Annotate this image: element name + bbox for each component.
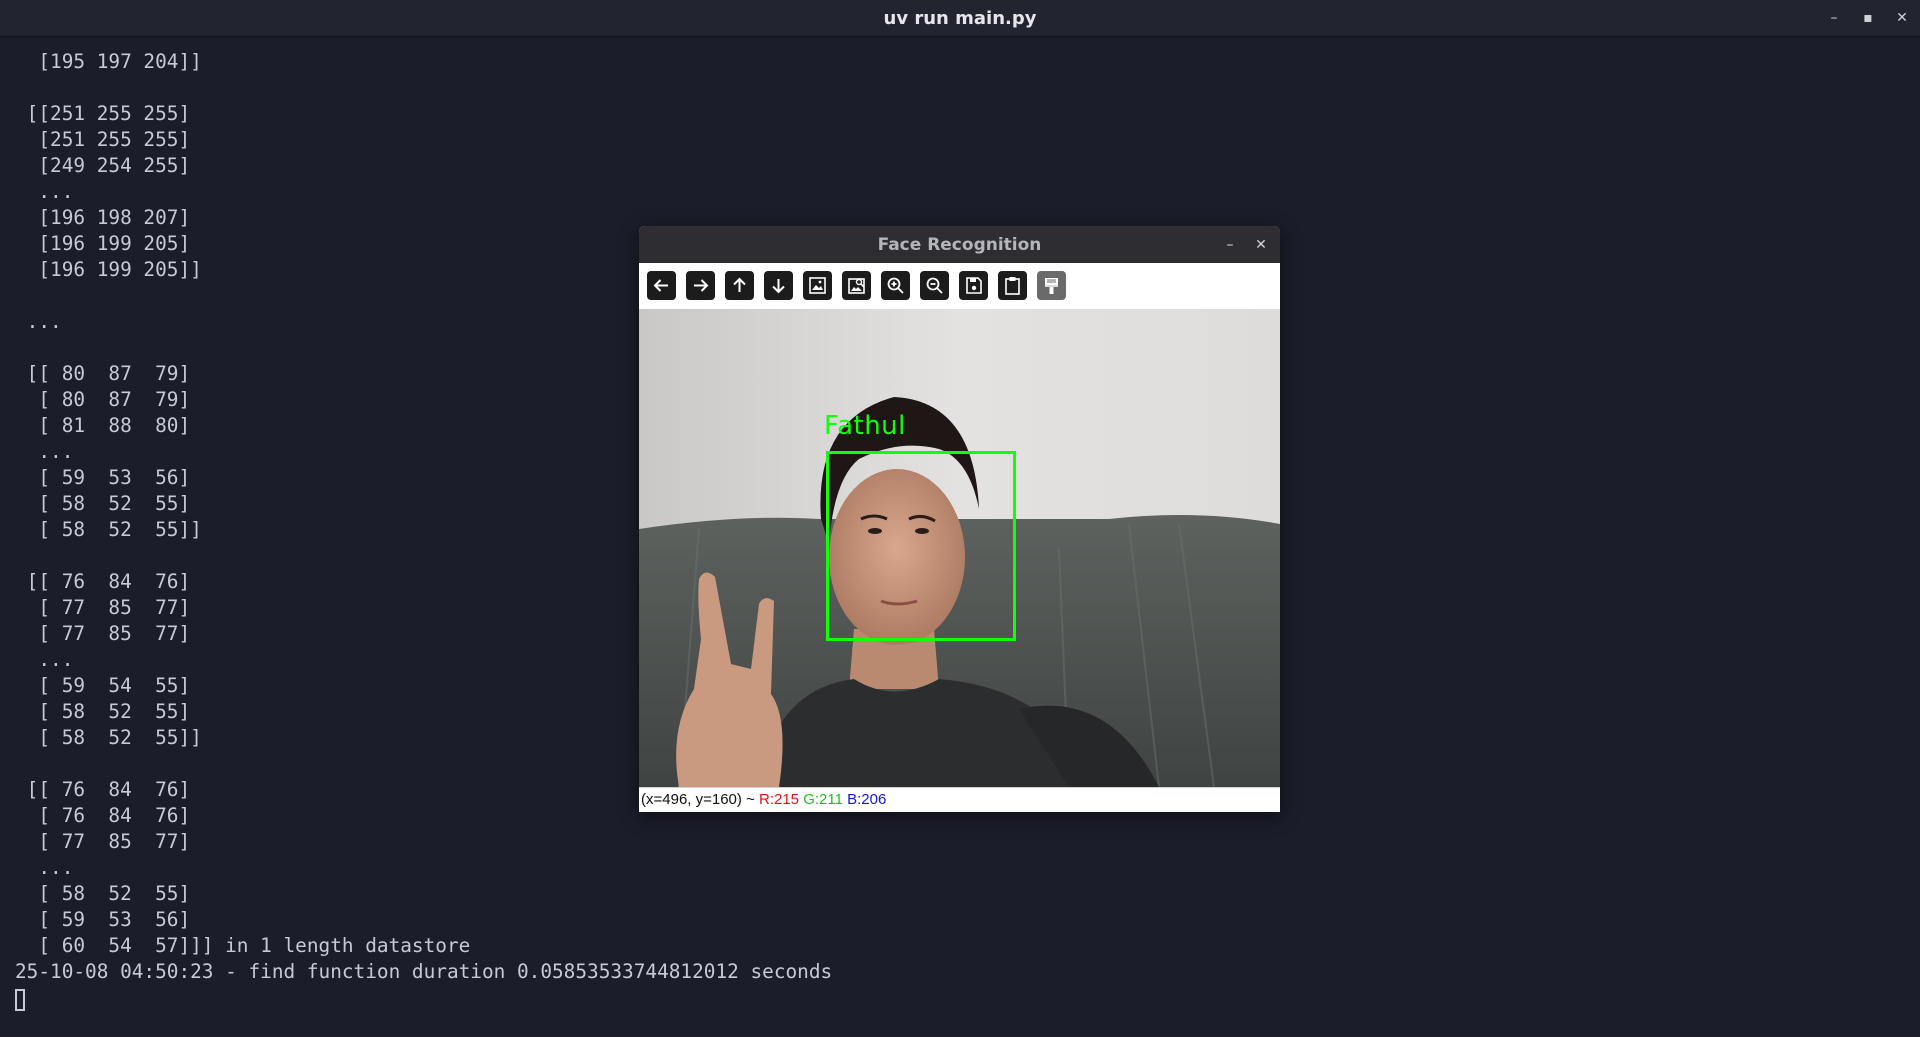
terminal-cursor <box>15 988 25 1011</box>
clipboard-icon <box>1005 277 1020 295</box>
close-button[interactable]: ✕ <box>1893 9 1911 27</box>
zoom-fit-button[interactable] <box>842 271 871 300</box>
zoom-in-icon <box>887 277 904 294</box>
terminal-line: [ 77 85 77] <box>15 830 191 853</box>
image-icon <box>809 277 826 294</box>
terminal-line: [[251 255 255] <box>15 102 191 125</box>
pan-right-button[interactable] <box>686 271 715 300</box>
face-recognition-window[interactable]: Face Recognition – ✕ Fathul (x=496, y=16… <box>639 226 1280 812</box>
camera-frame[interactable]: Fathul <box>639 309 1280 787</box>
arrow-down-icon <box>772 279 785 294</box>
zoom-out-button[interactable] <box>920 271 949 300</box>
terminal-line: [ 58 52 55] <box>15 882 191 905</box>
zoom-in-button[interactable] <box>881 271 910 300</box>
terminal-line: [ 59 53 56] <box>15 908 191 931</box>
image-toolbar <box>639 263 1280 309</box>
face-window-close-button[interactable]: ✕ <box>1252 236 1270 254</box>
arrow-right-icon <box>694 279 709 292</box>
face-bounding-box <box>826 451 1016 641</box>
terminal-line: [249 254 255] <box>15 154 191 177</box>
save-icon <box>966 277 982 294</box>
terminal-line: [195 197 204]] <box>15 50 202 73</box>
pixel-blue-value: B:206 <box>847 791 887 808</box>
face-window-title: Face Recognition <box>877 235 1042 255</box>
arrow-left-icon <box>653 279 668 292</box>
face-name-label: Fathul <box>824 411 906 441</box>
terminal-prompt-line[interactable] <box>15 985 1905 1011</box>
face-window-minimize-button[interactable]: – <box>1221 236 1239 254</box>
settings-icon <box>1045 278 1058 294</box>
terminal-line: ... <box>15 856 74 879</box>
pan-up-button[interactable] <box>725 271 754 300</box>
save-image-button[interactable] <box>959 271 988 300</box>
pixel-red-value: R:215 <box>759 791 800 808</box>
properties-button[interactable] <box>1037 271 1066 300</box>
cursor-coordinates: (x=496, y=160) ~ <box>641 791 755 808</box>
terminal-titlebar: uv run main.py – ▪ ✕ <box>0 0 1920 37</box>
terminal-line: 25-10-08 04:50:23 - find function durati… <box>15 960 833 983</box>
terminal-title: uv run main.py <box>883 8 1037 29</box>
terminal-line: [251 255 255] <box>15 128 191 151</box>
pixel-green-value: G:211 <box>803 791 843 808</box>
arrow-up-icon <box>733 277 746 292</box>
zoom-fit-icon <box>848 278 865 294</box>
minimize-button[interactable]: – <box>1825 9 1843 27</box>
terminal-line: [ 60 54 57]]] in 1 length datastore <box>15 934 471 957</box>
maximize-button[interactable]: ▪ <box>1859 9 1877 27</box>
face-window-titlebar[interactable]: Face Recognition – ✕ <box>639 226 1280 264</box>
pan-left-button[interactable] <box>647 271 676 300</box>
terminal-line: ... <box>15 180 74 203</box>
pixel-status-bar: (x=496, y=160) ~ R:215 G:211 B:206 <box>639 787 1280 812</box>
zoom-reset-button[interactable] <box>803 271 832 300</box>
zoom-out-icon <box>926 277 943 294</box>
pan-down-button[interactable] <box>764 271 793 300</box>
copy-clipboard-button[interactable] <box>998 271 1027 300</box>
